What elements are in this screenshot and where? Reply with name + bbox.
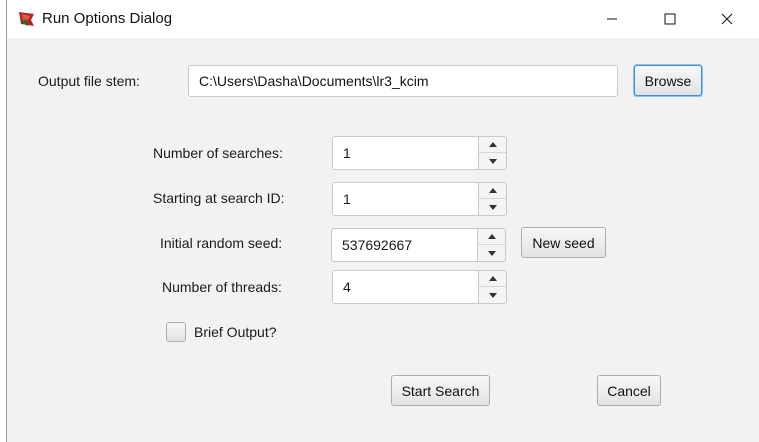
starting-search-id-arrows [478,182,507,216]
number-of-searches-label: Number of searches: [153,145,283,161]
initial-random-seed-spinner[interactable]: 537692667 [331,228,506,262]
output-file-stem-label: Output file stem: [38,73,140,89]
increment-button[interactable] [479,137,506,153]
window-title: Run Options Dialog [42,10,173,27]
chevron-down-icon [487,250,496,256]
close-button[interactable] [700,0,754,38]
start-search-button[interactable]: Start Search [391,375,490,406]
number-of-searches-arrows [478,136,507,170]
maximize-button[interactable] [643,0,697,38]
output-file-stem-value: C:\Users\Dasha\Documents\lr3_kcim [199,73,429,89]
decrement-button[interactable] [479,287,506,303]
chevron-up-icon [488,142,497,147]
number-of-threads-input[interactable]: 4 [332,270,478,304]
decrement-button[interactable] [478,245,505,261]
new-seed-button[interactable]: New seed [521,227,606,258]
number-of-threads-value: 4 [343,279,351,295]
chevron-down-icon [488,158,497,164]
minimize-button[interactable] [585,0,639,38]
brief-output-label: Brief Output? [194,324,277,340]
maximize-icon [664,13,676,25]
starting-search-id-input[interactable]: 1 [332,182,478,216]
browse-button[interactable]: Browse [634,65,702,96]
chevron-down-icon [488,204,497,210]
starting-search-id-value: 1 [343,191,351,207]
close-icon [721,13,733,25]
initial-random-seed-input[interactable]: 537692667 [331,228,477,262]
minimize-icon [607,18,617,20]
browse-button-label: Browse [644,72,692,89]
cancel-button-label: Cancel [607,382,651,399]
chevron-down-icon [488,292,497,298]
chevron-up-icon [488,276,497,281]
number-of-threads-arrows [478,270,507,304]
initial-random-seed-label: Initial random seed: [160,235,283,251]
number-of-searches-input[interactable]: 1 [332,136,478,170]
new-seed-button-label: New seed [532,234,595,251]
initial-random-seed-arrows [477,228,506,262]
number-of-threads-label: Number of threads: [162,279,282,295]
increment-button[interactable] [479,271,506,287]
brief-output-checkbox[interactable] [166,322,186,342]
title-bar: Run Options Dialog [7,0,759,38]
output-file-stem-input[interactable]: C:\Users\Dasha\Documents\lr3_kcim [188,65,618,97]
number-of-searches-spinner[interactable]: 1 [332,136,507,170]
initial-random-seed-value: 537692667 [342,237,413,253]
app-logo-icon [19,12,34,26]
starting-search-id-label: Starting at search ID: [153,190,285,206]
start-search-button-label: Start Search [401,382,480,399]
dialog-content: Output file stem: C:\Users\Dasha\Documen… [7,38,759,442]
increment-button[interactable] [478,229,505,245]
increment-button[interactable] [479,183,506,199]
starting-search-id-spinner[interactable]: 1 [332,182,507,216]
number-of-searches-value: 1 [343,145,351,161]
number-of-threads-spinner[interactable]: 4 [332,270,507,304]
chevron-up-icon [488,188,497,193]
chevron-up-icon [487,234,496,239]
decrement-button[interactable] [479,199,506,215]
decrement-button[interactable] [479,153,506,169]
run-options-dialog: Run Options Dialog Output file stem: C:\… [6,0,759,442]
cancel-button[interactable]: Cancel [597,375,661,406]
